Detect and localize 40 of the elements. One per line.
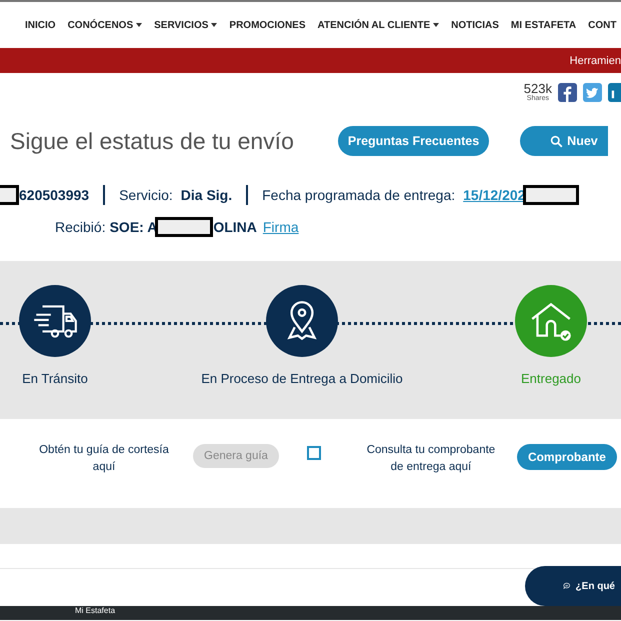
- signature-link[interactable]: Firma: [262, 219, 299, 235]
- nav-button[interactable]: Preguntas Frecuentes: [338, 126, 490, 156]
- redaction-box: [0, 185, 19, 205]
- chat-button[interactable]: ¿En qué: [525, 566, 621, 606]
- tracking-number: 620503993: [19, 187, 90, 203]
- search-icon: [550, 134, 564, 148]
- received-label: Recibió:: [55, 219, 106, 235]
- service-label: Servicio:: [119, 187, 173, 203]
- nav-link[interactable]: CONT: [588, 20, 616, 30]
- step-label: En Tránsito: [22, 371, 88, 386]
- nav-link[interactable]: CONÓCENOS: [68, 20, 142, 30]
- step-label: En Proceso de Entrega a Domicilio: [201, 371, 403, 386]
- caret-icon: [211, 23, 218, 27]
- nav-link[interactable]: SERVICIOS: [154, 20, 218, 30]
- nav-button[interactable]: Nuev: [520, 126, 608, 156]
- banner-text: Herramien: [570, 54, 621, 66]
- caret-icon: [136, 23, 142, 27]
- chat-bubble-icon: [563, 580, 571, 592]
- step-label: Entregado: [521, 371, 581, 386]
- guide-prompt: Obtén tu guía de cortesía aquí: [38, 443, 170, 475]
- nav-link[interactable]: NOTICIAS: [451, 20, 499, 30]
- nav-link[interactable]: ATENCIÓN AL CLIENTE: [318, 20, 440, 30]
- redaction-box: [523, 185, 580, 205]
- service-value: Dia Sig.: [180, 187, 232, 203]
- twitter-icon[interactable]: [583, 82, 602, 102]
- checkbox[interactable]: [306, 446, 321, 460]
- delivery-date-link[interactable]: 15/12/202: [463, 187, 526, 203]
- nav-link[interactable]: MI ESTAFETA: [510, 20, 576, 30]
- delivery-date-label: Fecha programada de entrega:: [262, 187, 456, 203]
- nav-link[interactable]: PROMOCIONES: [229, 20, 306, 30]
- page-title: Sigue el estatus de tu envío: [10, 128, 294, 154]
- recipient-name: OLINA: [213, 219, 257, 235]
- nav-link[interactable]: INICIO: [25, 20, 56, 30]
- caret-icon: [433, 23, 440, 27]
- share-count: 523k: [524, 82, 552, 95]
- footer-link[interactable]: Mi Estafeta: [75, 606, 116, 616]
- receipt-prompt: Consulta tu comprobante de entrega aquí: [366, 443, 496, 475]
- facebook-icon[interactable]: [558, 82, 577, 102]
- redaction-box: [155, 217, 214, 237]
- receipt-button[interactable]: Comprobante: [516, 444, 617, 470]
